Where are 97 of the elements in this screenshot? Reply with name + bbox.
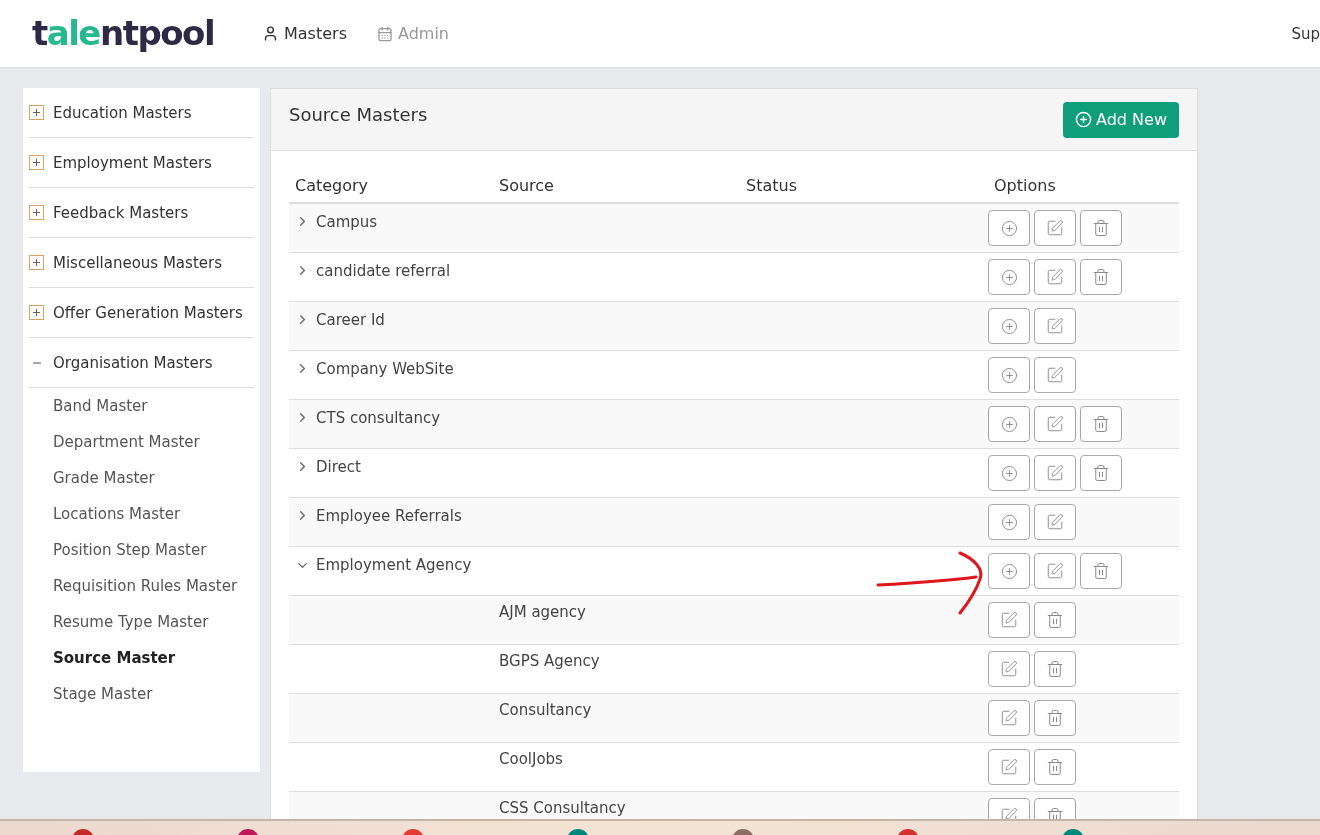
plus-circle-icon bbox=[1000, 562, 1018, 580]
trash-icon bbox=[1092, 268, 1110, 286]
trash-icon bbox=[1046, 758, 1064, 776]
edit-icon bbox=[1046, 562, 1064, 580]
sidebar-group[interactable]: Education Masters bbox=[29, 88, 254, 138]
category-cell-text: CTS consultancy bbox=[315, 409, 441, 427]
edit-button[interactable] bbox=[1034, 455, 1076, 491]
column-header: Category bbox=[294, 176, 370, 195]
sidebar-item[interactable]: Requisition Rules Master bbox=[29, 568, 238, 604]
trash-icon bbox=[1092, 415, 1110, 433]
add-button[interactable] bbox=[988, 455, 1030, 491]
edit-icon bbox=[1000, 758, 1018, 776]
delete-button[interactable] bbox=[1080, 455, 1122, 491]
edit-button[interactable] bbox=[1034, 210, 1076, 246]
category-cell-text: Direct bbox=[315, 458, 361, 476]
delete-button[interactable] bbox=[1034, 651, 1076, 687]
sidebar-item[interactable]: Locations Master bbox=[29, 496, 181, 532]
plus-circle-icon bbox=[1000, 317, 1018, 335]
plus-circle-icon bbox=[1000, 513, 1018, 531]
plus-circle-icon bbox=[1000, 464, 1018, 482]
user-icon bbox=[262, 25, 279, 42]
plus-circle-icon bbox=[1000, 219, 1018, 237]
category-cell-text: Career Id bbox=[315, 311, 385, 329]
logo: talentpool bbox=[32, 12, 216, 53]
category-cell-text: Employment Agency bbox=[315, 556, 472, 574]
column-header: Options bbox=[993, 176, 1057, 195]
source-cell-text: BGPS Agency bbox=[498, 651, 601, 670]
edit-icon bbox=[1046, 268, 1064, 286]
trash-icon bbox=[1092, 562, 1110, 580]
trash-icon bbox=[1092, 219, 1110, 237]
column-header: Source bbox=[498, 176, 555, 195]
add-button[interactable] bbox=[988, 406, 1030, 442]
plus-circle-icon bbox=[1000, 366, 1018, 384]
sidebar-group[interactable]: Feedback Masters bbox=[29, 188, 254, 238]
category-cell-text: candidate referral bbox=[315, 262, 451, 280]
nav-link[interactable]: Masters bbox=[262, 24, 347, 43]
trash-icon bbox=[1046, 660, 1064, 678]
trash-icon bbox=[1092, 464, 1110, 482]
edit-button[interactable] bbox=[1034, 406, 1076, 442]
edit-button[interactable] bbox=[1034, 504, 1076, 540]
category-cell-text: Employee Referrals bbox=[315, 507, 462, 525]
sidebar-item[interactable]: Grade Master bbox=[29, 460, 155, 496]
add-button[interactable] bbox=[988, 553, 1030, 589]
delete-button[interactable] bbox=[1080, 406, 1122, 442]
calendar-icon bbox=[377, 25, 393, 42]
edit-icon bbox=[1046, 513, 1064, 531]
add-button[interactable] bbox=[988, 210, 1030, 246]
edit-icon bbox=[1000, 611, 1018, 629]
edit-button[interactable] bbox=[988, 700, 1030, 736]
sidebar-item[interactable]: Source Master bbox=[29, 640, 176, 676]
sidebar-group[interactable]: Miscellaneous Masters bbox=[29, 238, 254, 288]
plus-circle-icon bbox=[1075, 111, 1093, 128]
panel-title: Source Masters bbox=[289, 104, 428, 125]
sidebar-item[interactable]: Stage Master bbox=[29, 676, 153, 712]
trash-icon bbox=[1046, 611, 1064, 629]
edit-button[interactable] bbox=[988, 749, 1030, 785]
delete-button[interactable] bbox=[1034, 602, 1076, 638]
edit-icon bbox=[1000, 660, 1018, 678]
sidebar-item[interactable]: Position Step Master bbox=[29, 532, 207, 568]
edit-icon bbox=[1046, 366, 1064, 384]
category-cell-text: Campus bbox=[315, 213, 378, 231]
sidebar-item[interactable]: Band Master bbox=[29, 388, 148, 424]
delete-button[interactable] bbox=[1034, 700, 1076, 736]
delete-button[interactable] bbox=[1080, 259, 1122, 295]
edit-icon bbox=[1046, 219, 1064, 237]
category-cell-text: Company WebSite bbox=[315, 360, 454, 378]
add-button[interactable] bbox=[988, 259, 1030, 295]
edit-icon bbox=[1000, 709, 1018, 727]
sidebar-item[interactable]: Resume Type Master bbox=[29, 604, 209, 640]
sidebar-item[interactable]: Department Master bbox=[29, 424, 200, 460]
sidebar-group[interactable]: Employment Masters bbox=[29, 138, 254, 188]
edit-button[interactable] bbox=[988, 651, 1030, 687]
edit-button[interactable] bbox=[1034, 357, 1076, 393]
edit-icon bbox=[1046, 464, 1064, 482]
edit-icon bbox=[1046, 415, 1064, 433]
add-button[interactable] bbox=[988, 504, 1030, 540]
delete-button[interactable] bbox=[1080, 553, 1122, 589]
source-cell-text: CoolJobs bbox=[498, 749, 564, 768]
sidebar-group[interactable]: Offer Generation Masters bbox=[29, 288, 254, 338]
delete-button[interactable] bbox=[1034, 749, 1076, 785]
source-cell-text: CSS Consultancy bbox=[498, 798, 627, 817]
sidebar-group[interactable]: Organisation Masters bbox=[29, 338, 254, 388]
edit-button[interactable] bbox=[1034, 259, 1076, 295]
delete-button[interactable] bbox=[1080, 210, 1122, 246]
add-button[interactable] bbox=[988, 308, 1030, 344]
plus-circle-icon bbox=[1000, 268, 1018, 286]
edit-button[interactable] bbox=[1034, 308, 1076, 344]
user-name[interactable]: Sup bbox=[1291, 24, 1320, 43]
edit-icon bbox=[1046, 317, 1064, 335]
edit-button[interactable] bbox=[988, 602, 1030, 638]
trash-icon bbox=[1046, 709, 1064, 727]
source-cell-text: AJM agency bbox=[498, 602, 587, 621]
add-button[interactable] bbox=[988, 357, 1030, 393]
source-cell-text: Consultancy bbox=[498, 700, 593, 719]
edit-button[interactable] bbox=[1034, 553, 1076, 589]
column-header: Status bbox=[745, 176, 798, 195]
plus-circle-icon bbox=[1000, 415, 1018, 433]
